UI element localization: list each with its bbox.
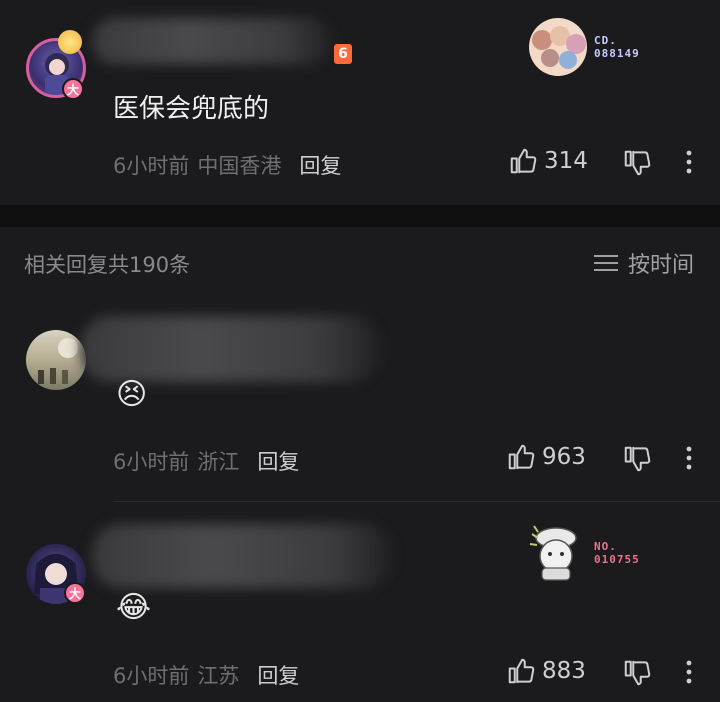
like-count: 963 [542, 444, 586, 470]
like-count: 314 [544, 148, 588, 174]
sort-label: 按时间 [627, 253, 694, 278]
more-button[interactable] [684, 148, 694, 182]
reply-button[interactable]: 回复 [257, 660, 299, 690]
replies-header: 相关回复共190条 按时间 [0, 227, 720, 297]
fan-badge[interactable]: CD. 088149 [524, 16, 640, 78]
reply-button[interactable]: 回复 [299, 150, 341, 180]
replies-count-title: 相关回复共190条 [24, 253, 191, 277]
pendant-decoration [58, 30, 82, 54]
dislike-button[interactable] [622, 148, 652, 182]
dislike-button[interactable] [622, 658, 652, 692]
fan-badge-art-icon [529, 18, 587, 76]
reply-divider [113, 501, 720, 502]
comment-location: 中国香港 [197, 154, 282, 178]
comment-time: 6小时前 [113, 154, 190, 178]
username-blurred[interactable] [92, 18, 332, 64]
more-vertical-icon [686, 660, 692, 684]
comment-text: 医保会兜底的 [113, 94, 270, 124]
more-button[interactable] [684, 658, 694, 690]
fan-badge-line1: NO. [594, 540, 617, 553]
dislike-button[interactable] [622, 444, 652, 478]
thumbs-down-icon [624, 446, 651, 472]
comment-meta: 6小时前 中国香港 回复 [113, 150, 341, 180]
like-button[interactable]: 883 [506, 656, 586, 686]
comment-meta: 6小时前 浙江 回复 [113, 446, 299, 476]
comment-location: 江苏 [197, 664, 240, 688]
fan-badge-line1: CD. [594, 34, 617, 47]
comment-time: 6小时前 [113, 664, 190, 688]
root-comment: 大 6 CD. 088149 医保会兜底的 6小时前 中国香港 回复 314 [0, 0, 720, 205]
avatar[interactable] [26, 330, 86, 390]
more-vertical-icon [686, 150, 692, 174]
username-blurred[interactable] [80, 316, 380, 382]
section-divider [0, 205, 720, 227]
fan-badge-line2: 088149 [594, 47, 640, 60]
more-button[interactable] [684, 444, 694, 476]
like-button[interactable]: 963 [506, 442, 586, 472]
reaction-emoji: 😣 [116, 377, 148, 412]
comment-time: 6小时前 [113, 450, 190, 474]
fan-badge-line2: 010755 [594, 553, 640, 566]
fan-badge[interactable]: NO. 010755 [524, 522, 640, 584]
level-badge: 6 [334, 44, 352, 64]
vip-badge: 大 [64, 582, 86, 604]
reaction-emoji: 😂 [116, 590, 152, 625]
comment-meta: 6小时前 江苏 回复 [113, 660, 299, 690]
username-blurred[interactable] [92, 524, 392, 588]
thumbs-down-icon [624, 150, 651, 176]
thumbs-up-icon [510, 148, 537, 174]
thumbs-down-icon [624, 660, 651, 686]
sort-button[interactable]: 按时间 [593, 247, 694, 279]
like-button[interactable]: 314 [508, 146, 588, 176]
comment-location: 浙江 [197, 450, 240, 474]
like-count: 883 [542, 658, 586, 684]
thumbs-up-icon [508, 658, 535, 684]
thumbs-up-icon [508, 444, 535, 470]
vip-badge: 大 [62, 78, 84, 100]
fan-badge-art-icon [529, 525, 577, 581]
list-icon [593, 255, 618, 271]
reply-button[interactable]: 回复 [257, 446, 299, 476]
more-vertical-icon [686, 446, 692, 470]
